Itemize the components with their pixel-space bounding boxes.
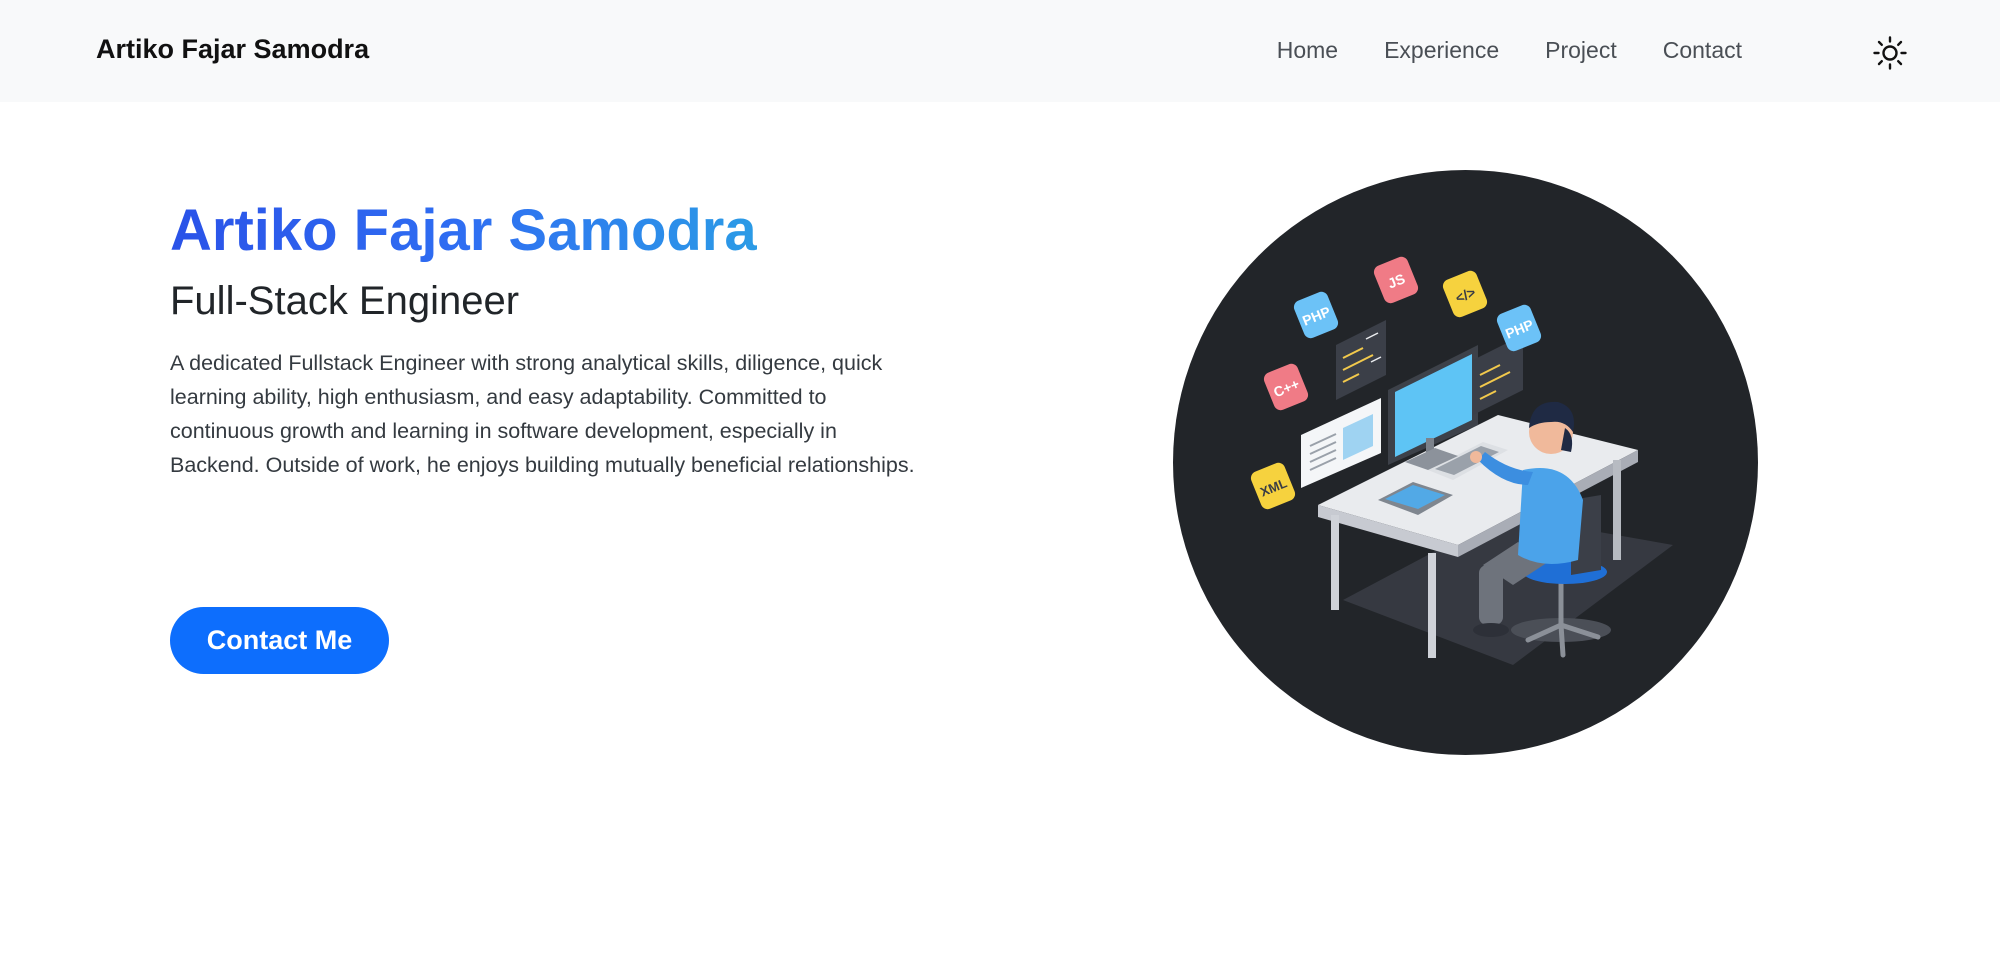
hero-illustration: PHP JS </> PHP C++ XML bbox=[1173, 170, 1758, 755]
hero-name: Artiko Fajar Samodra bbox=[170, 196, 757, 266]
hero-description: A dedicated Fullstack Engineer with stro… bbox=[170, 351, 915, 477]
sun-icon bbox=[1873, 36, 1907, 70]
hero-role: Full-Stack Engineer bbox=[170, 279, 520, 323]
navbar: Artiko Fajar Samodra Home Experience Pro… bbox=[0, 0, 2000, 102]
developer-illustration: PHP JS </> PHP C++ XML bbox=[1173, 170, 1758, 755]
nav-link-experience[interactable]: Experience bbox=[1384, 37, 1499, 64]
nav-links: Home Experience Project Contact bbox=[1277, 37, 1742, 64]
nav-link-home[interactable]: Home bbox=[1277, 37, 1338, 64]
nav-link-contact[interactable]: Contact bbox=[1663, 37, 1742, 64]
contact-me-button[interactable]: Contact Me bbox=[170, 607, 389, 674]
brand-link[interactable]: Artiko Fajar Samodra bbox=[96, 34, 369, 65]
theme-toggle-button[interactable] bbox=[1872, 35, 1908, 71]
nav-link-project[interactable]: Project bbox=[1545, 37, 1617, 64]
